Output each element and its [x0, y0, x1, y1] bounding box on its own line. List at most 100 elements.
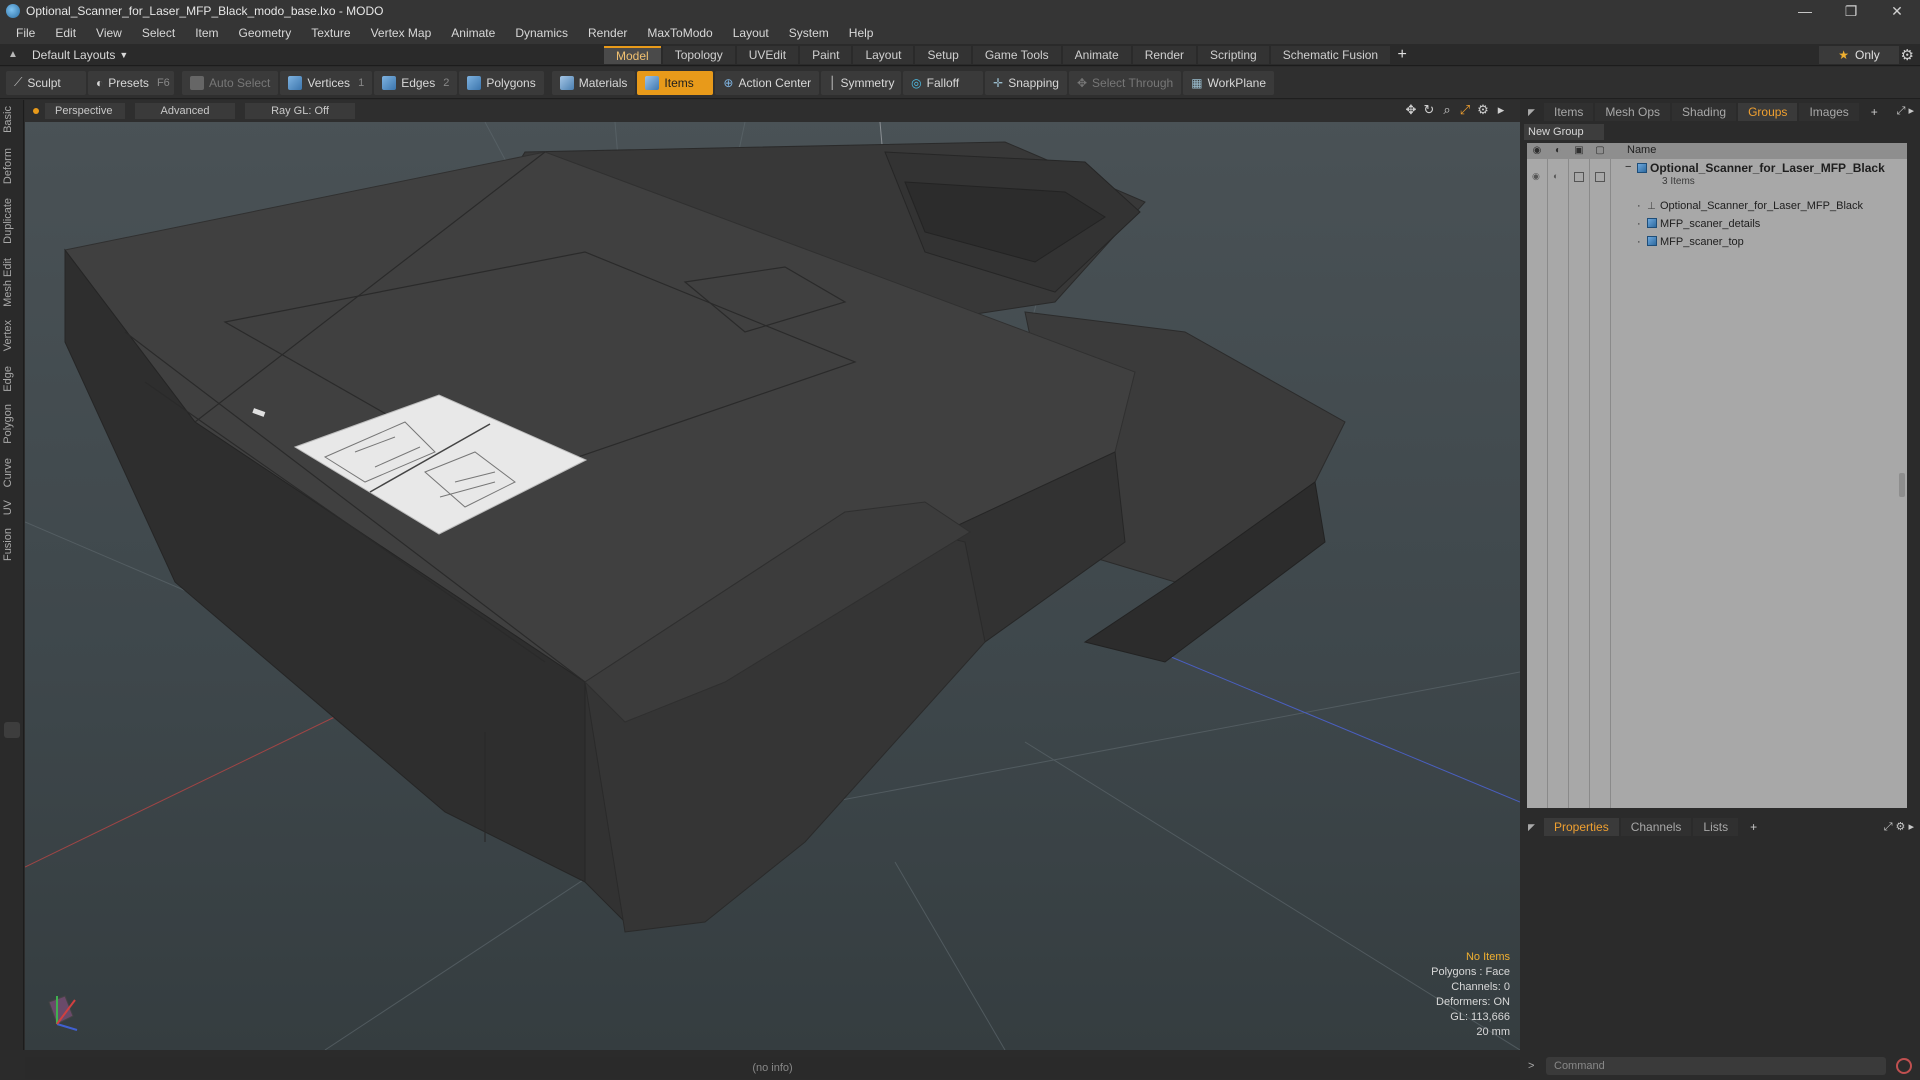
tab-topology[interactable]: Topology	[662, 46, 735, 64]
polygons-button[interactable]: Polygons	[459, 70, 544, 95]
select-icon[interactable]: ▢	[1594, 145, 1606, 157]
falloff-button[interactable]: ◎ Falloff	[903, 70, 984, 95]
menu-texture[interactable]: Texture	[301, 22, 360, 44]
viewport-menu-dot[interactable]	[33, 108, 39, 114]
menu-select[interactable]: Select	[132, 22, 185, 44]
groups-scrollbar[interactable]	[1899, 473, 1905, 497]
tab-schematic-fusion[interactable]: Schematic Fusion	[1270, 46, 1391, 64]
tab-shading[interactable]: Shading	[1672, 103, 1737, 121]
vtab-basic[interactable]: Basic	[2, 106, 22, 133]
vtab-duplicate[interactable]: Duplicate	[2, 198, 22, 244]
menu-animate[interactable]: Animate	[441, 22, 505, 44]
tab-lists[interactable]: Lists	[1693, 818, 1739, 836]
group-child-row[interactable]: · ⊥ Optional_Scanner_for_Laser_MFP_Black	[1527, 200, 1907, 218]
vtab-uv[interactable]: UV	[2, 500, 22, 515]
vtab-edge[interactable]: Edge	[2, 366, 22, 392]
tab-animate[interactable]: Animate	[1062, 46, 1131, 64]
add-bottom-tab-button[interactable]: +	[1740, 818, 1767, 836]
menu-edit[interactable]: Edit	[45, 22, 86, 44]
tab-paint[interactable]: Paint	[800, 46, 852, 64]
vertices-button[interactable]: Vertices 1	[280, 70, 373, 95]
name-column-header[interactable]: Name	[1627, 144, 1656, 156]
vtab-fusion[interactable]: Fusion	[2, 528, 22, 561]
select-through-button[interactable]: ✥ Select Through	[1068, 70, 1182, 95]
layout-selector[interactable]: ▲ Default Layouts ▼	[8, 44, 128, 66]
tab-game-tools[interactable]: Game Tools	[972, 46, 1061, 64]
lock-icon[interactable]: ▣	[1573, 145, 1585, 157]
edges-button[interactable]: Edges 2	[374, 70, 458, 95]
workplane-button[interactable]: ▦ WorkPlane	[1183, 70, 1275, 95]
command-input[interactable]: Command	[1546, 1057, 1886, 1075]
vtab-curve[interactable]: Curve	[2, 458, 22, 487]
viewport-settings-icon[interactable]: ⚙	[1474, 102, 1492, 118]
vtab-deform[interactable]: Deform	[2, 148, 22, 184]
tab-uvedit[interactable]: UVEdit	[736, 46, 799, 64]
tab-properties[interactable]: Properties	[1544, 818, 1619, 836]
panel-toggle-button[interactable]	[4, 722, 20, 738]
tab-groups[interactable]: Groups	[1738, 103, 1798, 121]
collapse-up-icon[interactable]: ▲	[8, 49, 20, 61]
menu-system[interactable]: System	[779, 22, 839, 44]
menu-dynamics[interactable]: Dynamics	[505, 22, 578, 44]
raygl-toggle[interactable]: Ray GL: Off	[245, 103, 355, 119]
render-toggle-icon[interactable]: ◐	[1553, 171, 1563, 181]
maximize-viewport-icon[interactable]: ⤢	[1456, 102, 1474, 118]
new-group-button[interactable]: New Group	[1524, 124, 1604, 140]
menu-file[interactable]: File	[6, 22, 45, 44]
group-child-row[interactable]: · MFP_scaner_top	[1527, 236, 1907, 254]
add-tab-button[interactable]: +	[1392, 46, 1412, 64]
render-icon[interactable]: ◐	[1552, 145, 1564, 157]
panel-menu-icon[interactable]: ◤	[1528, 107, 1540, 118]
menu-maxtomodo[interactable]: MaxToModo	[637, 22, 722, 44]
auto-select-button[interactable]: Auto Select	[182, 70, 279, 95]
menu-render[interactable]: Render	[578, 22, 637, 44]
gear-icon[interactable]: ⚙	[1901, 46, 1914, 64]
vtab-vertex[interactable]: Vertex	[2, 320, 22, 351]
visibility-eye-icon[interactable]: ◉	[1532, 171, 1542, 181]
viewport-expand-icon[interactable]: ▸	[1492, 102, 1510, 118]
select-toggle-icon[interactable]	[1595, 172, 1605, 182]
tab-layout[interactable]: Layout	[853, 46, 914, 64]
add-panel-tab-button[interactable]: +	[1861, 103, 1888, 121]
group-row[interactable]: ◉ ◐ − Optional_Scanner_for_Laser_MFP_Bla…	[1527, 161, 1907, 189]
visibility-eye-icon[interactable]: ◉	[1531, 145, 1543, 157]
snapping-button[interactable]: ✛ Snapping	[985, 70, 1067, 95]
items-button[interactable]: Items	[637, 70, 714, 95]
symmetry-button[interactable]: ⎮ Symmetry	[821, 70, 902, 95]
tab-items[interactable]: Items	[1544, 103, 1594, 121]
only-button[interactable]: ★ Only	[1819, 46, 1899, 64]
materials-button[interactable]: Materials	[551, 70, 636, 95]
menu-geometry[interactable]: Geometry	[229, 22, 302, 44]
menu-vertex-map[interactable]: Vertex Map	[361, 22, 442, 44]
lock-toggle-icon[interactable]	[1574, 172, 1584, 182]
panel-expand-icon[interactable]: ⤢ ▸	[1897, 104, 1914, 118]
command-history-button[interactable]	[1896, 1058, 1912, 1074]
vtab-mesh-edit[interactable]: Mesh Edit	[2, 258, 22, 307]
action-center-button[interactable]: ⊕ Action Center	[715, 70, 820, 95]
tab-mesh-ops[interactable]: Mesh Ops	[1595, 103, 1671, 121]
tab-scripting[interactable]: Scripting	[1198, 46, 1269, 64]
3d-viewport[interactable]: Perspective Advanced Ray GL: Off ✥ ↻ ⌕ ⤢…	[25, 100, 1520, 1050]
tab-render[interactable]: Render	[1132, 46, 1197, 64]
tab-channels[interactable]: Channels	[1620, 818, 1692, 836]
menu-layout[interactable]: Layout	[723, 22, 779, 44]
tab-model[interactable]: Model	[604, 46, 661, 64]
menu-help[interactable]: Help	[839, 22, 884, 44]
sculpt-button[interactable]: ⟋ Sculpt	[6, 70, 86, 95]
maximize-button[interactable]: ❐	[1828, 0, 1874, 22]
minimize-button[interactable]: —	[1782, 0, 1828, 22]
tab-images[interactable]: Images	[1799, 103, 1859, 121]
groups-list[interactable]: ◉ ◐ ▣ ▢ Name ◉ ◐ − Optional_Scanner_for_…	[1527, 143, 1907, 808]
vtab-polygon[interactable]: Polygon	[2, 404, 22, 444]
group-child-row[interactable]: · MFP_scaner_details	[1527, 218, 1907, 236]
presets-button[interactable]: ◐ Presets F6	[88, 70, 174, 95]
menu-item[interactable]: Item	[185, 22, 228, 44]
panel-menu-icon[interactable]: ◤	[1528, 822, 1540, 833]
view-type-dropdown[interactable]: Perspective	[45, 103, 125, 119]
group-expand-icon[interactable]: −	[1625, 161, 1631, 173]
pan-icon[interactable]: ✥	[1402, 102, 1420, 118]
panel-expand-icon[interactable]: ⤢ ⚙ ▸	[1884, 820, 1914, 834]
rotate-icon[interactable]: ↻	[1420, 102, 1438, 118]
menu-view[interactable]: View	[86, 22, 132, 44]
shading-dropdown[interactable]: Advanced	[135, 103, 235, 119]
